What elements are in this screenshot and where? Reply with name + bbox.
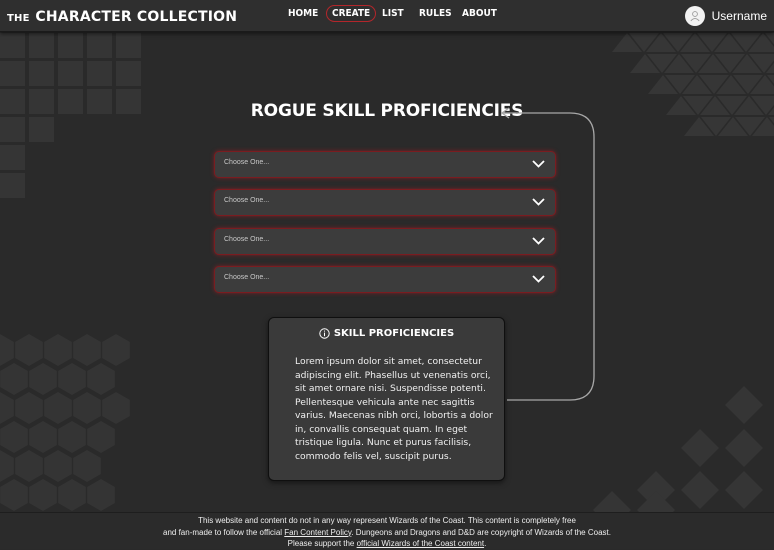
chevron-down-icon: [532, 160, 545, 168]
footer-text: Please support the: [287, 539, 357, 548]
nav-rules[interactable]: RULES: [419, 8, 452, 19]
skill-select-3[interactable]: Choose One...: [214, 228, 556, 255]
footer: This website and content do not in any w…: [0, 512, 774, 549]
nav-list[interactable]: LIST: [382, 8, 404, 19]
footer-line-2: and fan-made to follow the official Fan …: [0, 527, 774, 539]
nav-create[interactable]: CREATE: [326, 5, 377, 22]
footer-text: .: [484, 539, 487, 548]
avatar[interactable]: [684, 5, 705, 26]
username: Username: [711, 8, 767, 23]
top-navigation-bar: THE CHARACTER COLLECTION HOME CREATE LIS…: [0, 0, 774, 32]
skill-select-1[interactable]: Choose One...: [214, 151, 556, 178]
footer-line-1: This website and content do not in any w…: [198, 516, 576, 525]
main-nav: HOME CREATE LIST RULES ABOUT: [0, 5, 774, 26]
nav-home[interactable]: HOME: [288, 8, 318, 19]
select-placeholder: Choose One...: [224, 197, 270, 204]
info-card-title: SKILL PROFICIENCIES: [333, 328, 455, 339]
footer-text: and fan-made to follow the official: [163, 527, 285, 537]
skill-info-card: SKILL PROFICIENCIES Lorem ipsum dolor si…: [268, 317, 505, 481]
nav-about[interactable]: ABOUT: [462, 8, 497, 19]
footer-text: . Dungeons and Dragons and D&D are copyr…: [351, 527, 611, 537]
skill-select-4[interactable]: Choose One...: [214, 266, 556, 293]
chevron-down-icon: [532, 198, 545, 206]
info-icon: [319, 328, 330, 339]
select-placeholder: Choose One...: [224, 274, 270, 281]
user-icon: [690, 10, 700, 21]
chevron-down-icon: [532, 237, 545, 245]
fan-content-policy-link[interactable]: Fan Content Policy: [284, 528, 351, 537]
info-card-header: SKILL PROFICIENCIES: [269, 328, 504, 339]
skill-select-2[interactable]: Choose One...: [214, 189, 556, 216]
chevron-down-icon: [532, 275, 545, 283]
wotc-content-link[interactable]: official Wizards of the Coast content: [357, 539, 484, 548]
select-placeholder: Choose One...: [224, 159, 270, 166]
user-menu[interactable]: Username: [684, 5, 767, 26]
footer-line-3: Please support the official Wizards of t…: [0, 538, 774, 550]
page-title: ROGUE SKILL PROFICIENCIES: [250, 101, 524, 121]
info-card-body: Lorem ipsum dolor sit amet, consectetur …: [295, 356, 493, 462]
select-placeholder: Choose One...: [224, 236, 270, 243]
